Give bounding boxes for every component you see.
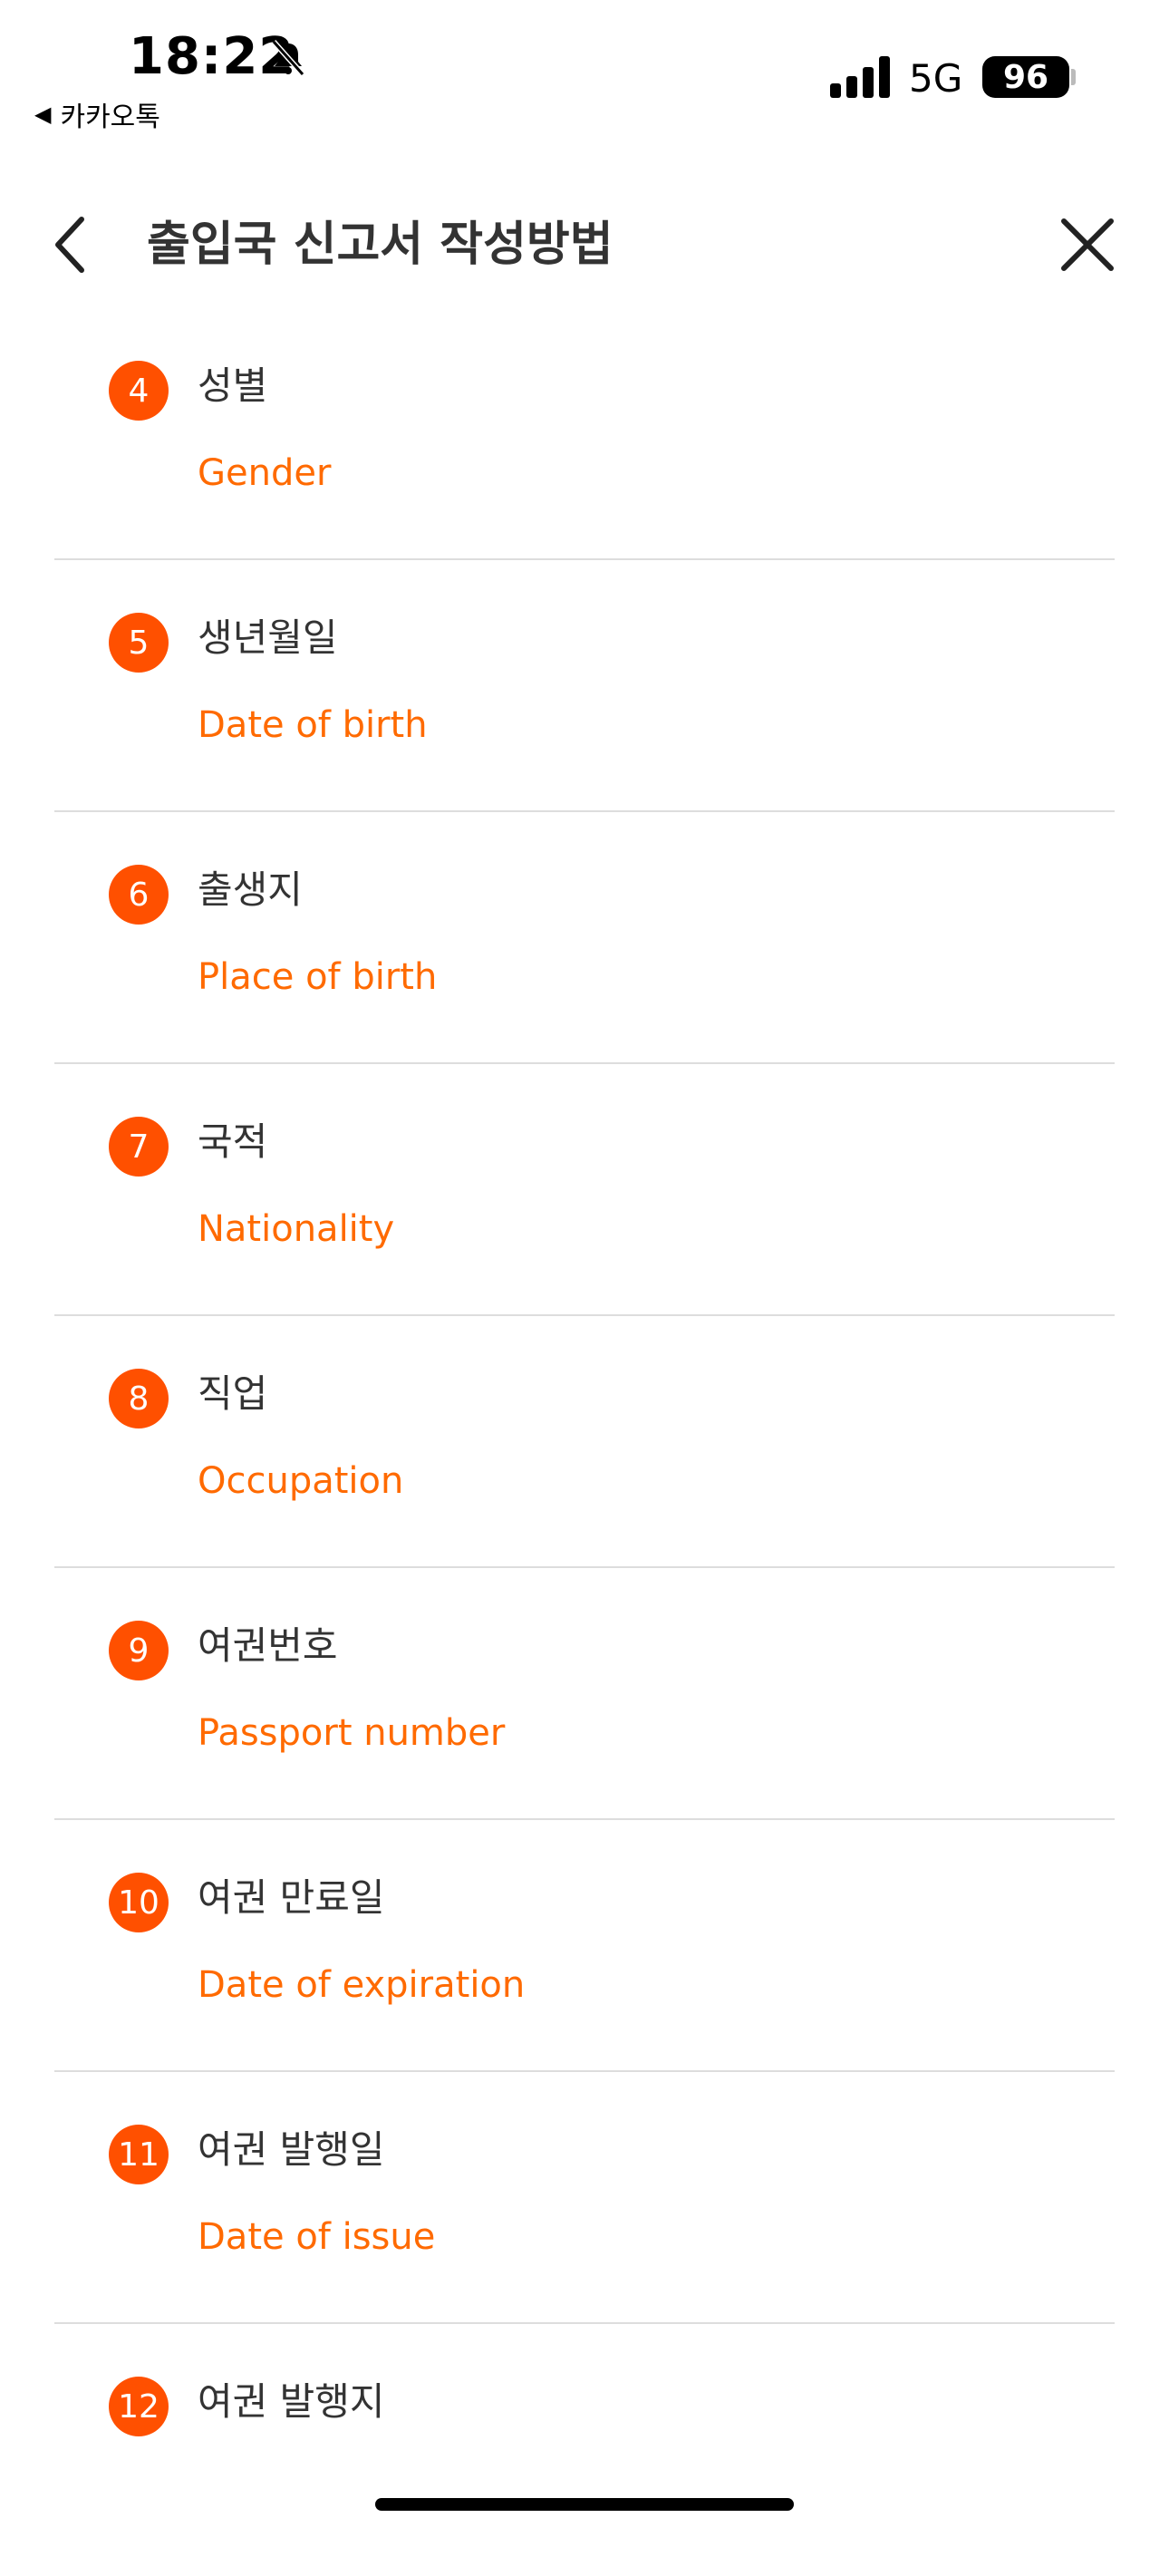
list-item: 4 성별 Gender (54, 308, 1115, 560)
field-name-english: Passport number (198, 1712, 506, 1754)
field-name-english: Date of expiration (198, 1964, 526, 2006)
number-badge: 11 (109, 2125, 169, 2184)
network-type: 5G (909, 56, 963, 101)
back-to-app-link[interactable]: ◀ 카카오톡 (34, 94, 160, 134)
field-name-korean: 직업 (198, 1371, 268, 1416)
back-arrow-icon[interactable] (45, 210, 100, 279)
field-name-korean: 여권 발행일 (198, 2127, 385, 2172)
list-item: 10 여권 만료일 Date of expiration (54, 1820, 1115, 2072)
close-icon[interactable] (1058, 216, 1116, 274)
header: 출입국 신고서 작성방법 (0, 190, 1169, 299)
field-name-korean: 성별 (198, 363, 268, 408)
field-name-english: Nationality (198, 1208, 395, 1250)
bell-muted-icon (271, 40, 305, 76)
battery-level: 96 (1002, 58, 1049, 96)
list-item: 11 여권 발행일 Date of issue (54, 2072, 1115, 2324)
back-app-label: 카카오톡 (60, 102, 160, 133)
back-triangle-icon: ◀ (34, 102, 52, 127)
list-item: 9 여권번호 Passport number (54, 1568, 1115, 1820)
field-name-english: Place of birth (198, 956, 438, 998)
field-name-korean: 생년월일 (198, 615, 338, 660)
home-indicator[interactable] (375, 2498, 794, 2511)
battery-nub (1071, 69, 1076, 85)
list-item: 6 출생지 Place of birth (54, 812, 1115, 1064)
number-badge: 5 (109, 613, 169, 673)
field-name-english: Occupation (198, 1460, 404, 1502)
number-badge: 9 (109, 1621, 169, 1680)
number-badge: 12 (109, 2377, 169, 2436)
field-name-korean: 여권 발행지 (198, 2379, 385, 2424)
field-name-korean: 여권 만료일 (198, 1875, 385, 1920)
list-item: 12 여권 발행지 (54, 2324, 1115, 2576)
page-title: 출입국 신고서 작성방법 (147, 218, 613, 272)
number-badge: 10 (109, 1873, 169, 1932)
number-badge: 4 (109, 361, 169, 421)
field-list: 4 성별 Gender 5 생년월일 Date of birth 6 출생지 P… (54, 308, 1115, 2576)
field-name-english: Gender (198, 452, 332, 494)
field-name-korean: 출생지 (198, 867, 303, 912)
battery-icon: 96 (982, 56, 1069, 98)
list-item: 7 국적 Nationality (54, 1064, 1115, 1316)
list-item: 8 직업 Occupation (54, 1316, 1115, 1568)
field-name-korean: 여권번호 (198, 1623, 338, 1668)
number-badge: 7 (109, 1117, 169, 1177)
number-badge: 6 (109, 865, 169, 925)
signal-icon (830, 56, 890, 98)
list-item: 5 생년월일 Date of birth (54, 560, 1115, 812)
field-name-english: Date of issue (198, 2216, 436, 2258)
field-name-korean: 국적 (198, 1119, 268, 1164)
status-bar: 18:22 ◀ 카카오톡 5G 96 (0, 0, 1169, 136)
number-badge: 8 (109, 1369, 169, 1428)
field-name-english: Date of birth (198, 704, 428, 746)
